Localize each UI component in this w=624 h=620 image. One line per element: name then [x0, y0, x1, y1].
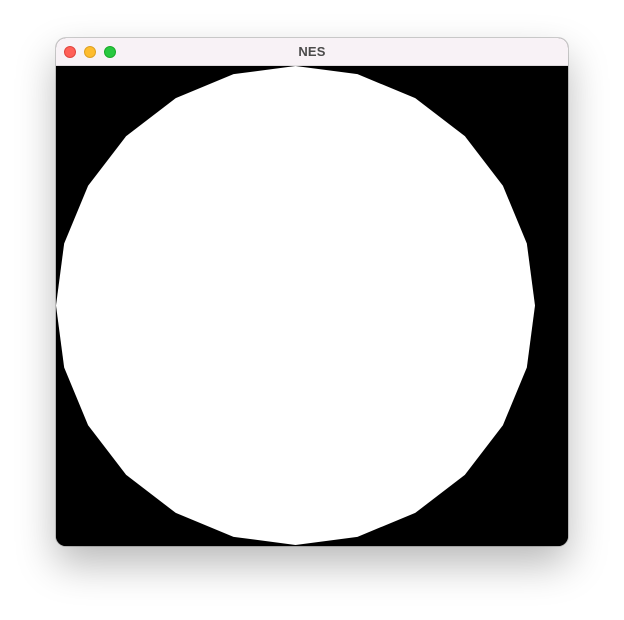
game-screen	[56, 66, 568, 546]
window-title: NES	[298, 44, 326, 59]
title-bar[interactable]: NES	[56, 38, 568, 66]
app-window: NES	[56, 38, 568, 546]
white-circle-sprite	[56, 66, 535, 545]
game-canvas[interactable]	[56, 66, 568, 546]
